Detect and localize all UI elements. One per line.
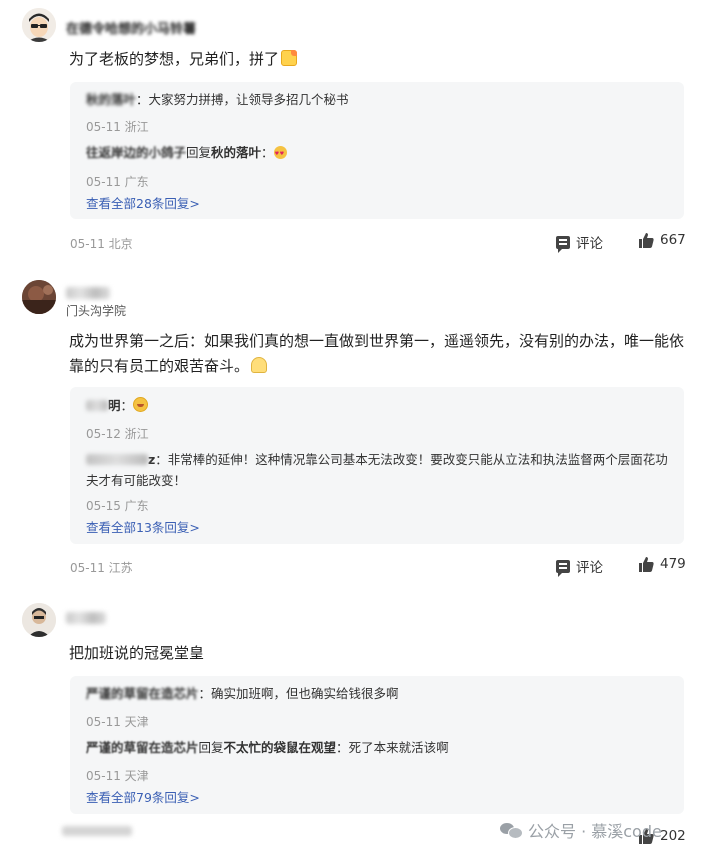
heart-eyes-emoji-icon <box>273 144 287 165</box>
avatar-cartoon-icon <box>22 8 56 42</box>
reply-box: 秋的落叶：大家努力拼搏，让领导多招几个秘书 05-11 浙江 往返岸边的小鸽子回… <box>70 82 684 219</box>
reply-text: 确实加班啊，但也确实给钱很多啊 <box>211 686 399 701</box>
see-all-replies-link[interactable]: 查看全部28条回复> <box>86 193 200 212</box>
comment-author[interactable]: 在德令哈想的小马铃薯 <box>66 18 196 37</box>
avatar[interactable] <box>22 280 56 314</box>
reply-line: 严谨的草留在造芯片回复不太忙的袋鼠在观望：死了本来就活该啊 <box>86 740 449 755</box>
blurred-reply-author <box>86 400 108 411</box>
avatar-photo-icon <box>22 603 56 637</box>
comment-author-subtitle: 门头沟学院 <box>66 304 127 318</box>
reply-meta: 05-12 浙江 <box>86 427 149 441</box>
like-count: 479 <box>660 556 686 572</box>
thumbs-up-icon <box>639 232 654 248</box>
reply-target[interactable]: 秋的落叶 <box>211 145 261 160</box>
emoji-icon <box>251 357 268 373</box>
reply-line: 往返岸边的小鸽子回复秋的落叶： <box>86 142 676 165</box>
reply-meta: 05-15 广东 <box>86 499 149 513</box>
reply-author[interactable]: 往返岸边的小鸽子 <box>86 145 186 160</box>
like-count: 202 <box>660 828 686 844</box>
reply-author[interactable]: 严谨的草留在造芯片 <box>86 740 199 755</box>
reply-meta: 05-11 天津 <box>86 769 149 783</box>
reply-box: 严谨的草留在造芯片：确实加班啊，但也确实给钱很多啊 05-11 天津 严谨的草留… <box>70 676 684 814</box>
like-button[interactable]: 479 <box>638 556 686 572</box>
thumbs-up-icon <box>639 556 654 572</box>
wechat-icon <box>500 821 523 839</box>
blurred-reply-author <box>86 454 148 465</box>
comment-bubble-icon <box>556 559 570 577</box>
comment-button[interactable]: 评论 <box>556 556 603 577</box>
comment-button[interactable]: 评论 <box>556 232 603 253</box>
watermark: 公众号 · 慕溪code <box>500 818 662 842</box>
avatar[interactable] <box>22 8 56 42</box>
reply-author[interactable]: 明 <box>108 398 121 413</box>
reply-meta: 05-11 浙江 <box>86 120 149 134</box>
blurred-author-name[interactable] <box>66 612 106 624</box>
reply-meta: 05-11 广东 <box>86 175 149 189</box>
blurred-meta <box>62 826 132 836</box>
reply-author[interactable]: 严谨的草留在造芯片 <box>86 686 199 701</box>
blurred-author-name[interactable] <box>66 287 110 299</box>
reply-text: 死了本来就活该啊 <box>348 740 449 755</box>
avatar[interactable] <box>22 603 56 637</box>
comment-text: 把加班说的冠冕堂皇 <box>69 644 205 662</box>
see-all-replies-link[interactable]: 查看全部13条回复> <box>86 517 200 536</box>
reply-line: z：非常棒的延伸！这种情况靠公司基本无法改变！要改变只能从立法和执法监督两个层面… <box>86 452 668 488</box>
reply-text: 大家努力拼搏，让领导多招几个秘书 <box>148 92 349 107</box>
laughing-emoji-icon <box>133 397 149 412</box>
like-button[interactable]: 667 <box>638 232 686 248</box>
reply-line: 严谨的草留在造芯片：确实加班啊，但也确实给钱很多啊 <box>86 686 399 701</box>
avatar-photo-icon <box>22 280 56 314</box>
emoji-icon <box>281 50 298 66</box>
comment-text: 为了老板的梦想，兄弟们，拼了 <box>69 47 687 72</box>
comment-meta: 05-11 北京 <box>70 237 133 251</box>
reply-meta: 05-11 天津 <box>86 715 149 729</box>
see-all-replies-link[interactable]: 查看全部79条回复> <box>86 787 200 806</box>
comment-bubble-icon <box>556 235 570 253</box>
reply-box: 明： 05-12 浙江 z：非常棒的延伸！这种情况靠公司基本无法改变！要改变只能… <box>70 387 684 544</box>
reply-line: 秋的落叶：大家努力拼搏，让领导多招几个秘书 <box>86 92 349 107</box>
comment-meta: 05-11 江苏 <box>70 561 133 575</box>
reply-line: 明： <box>86 395 676 416</box>
reply-text: 非常棒的延伸！这种情况靠公司基本无法改变！要改变只能从立法和执法监督两个层面花功… <box>86 452 668 488</box>
reply-author[interactable]: 秋的落叶 <box>86 92 136 107</box>
like-count: 667 <box>660 232 686 248</box>
comment-text: 成为世界第一之后：如果我们真的想一直做到世界第一，遥遥领先，没有别的办法，唯一能… <box>69 332 685 375</box>
reply-target[interactable]: 不太忙的袋鼠在观望 <box>224 740 337 755</box>
